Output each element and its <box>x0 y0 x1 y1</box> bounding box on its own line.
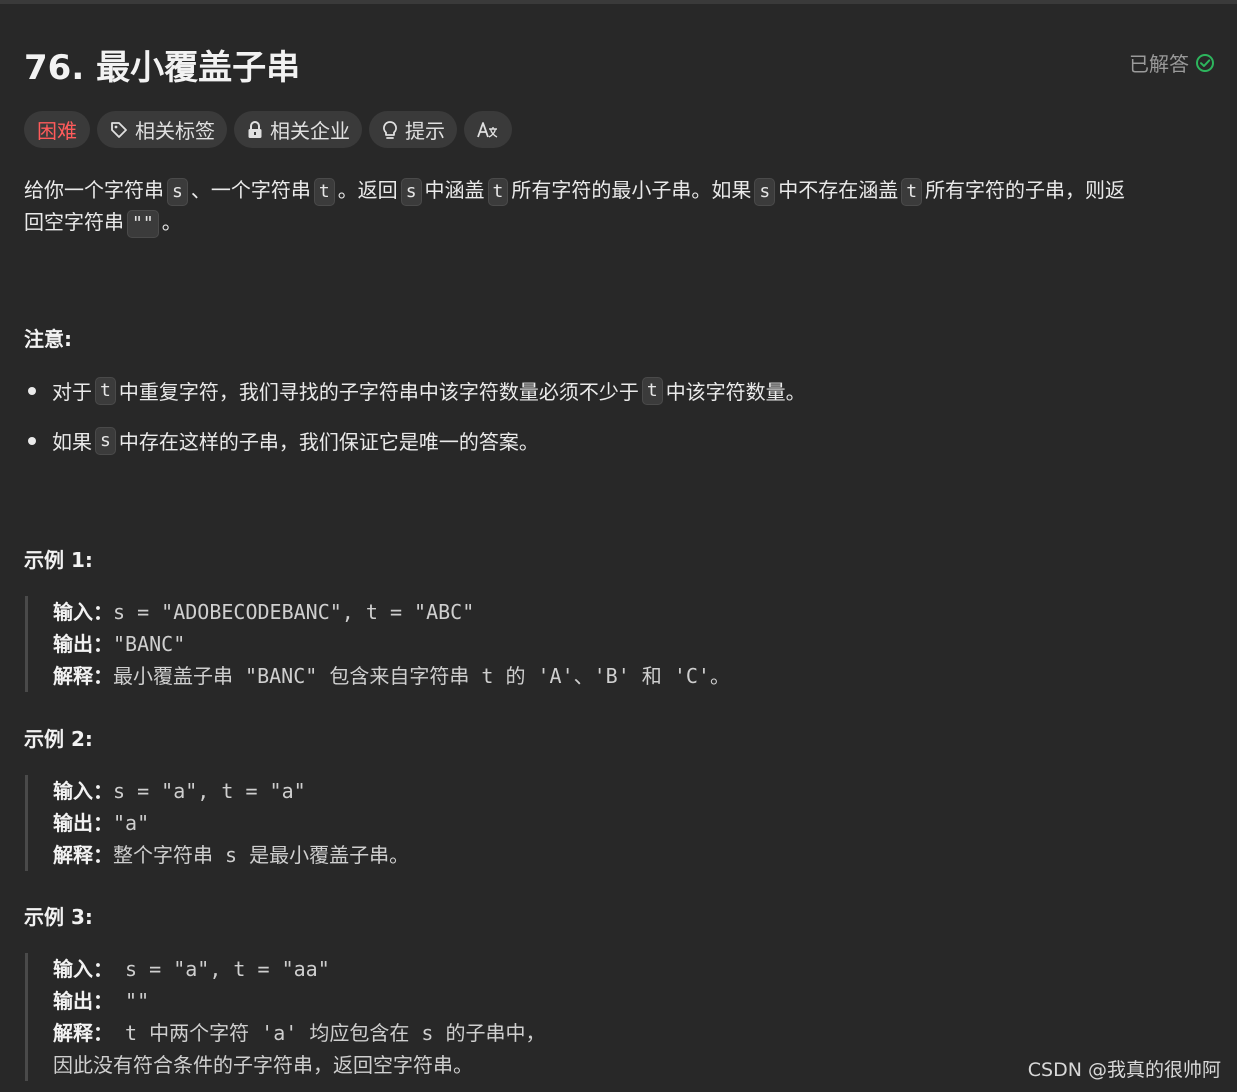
example-output-line: 输出："BANC" <box>53 628 730 660</box>
solved-status: 已解答 <box>1129 48 1215 77</box>
topics-tag-button[interactable]: 相关标签 <box>97 111 227 148</box>
example-output-line: 输出： "" <box>53 985 545 1017</box>
code-empty-string: "" <box>127 210 159 238</box>
desc-text: 中涵盖 <box>424 178 485 202</box>
example-3-block: 输入： s = "a", t = "aa" 输出： "" 解释： t 中两个字符… <box>25 953 545 1081</box>
notes-list: 对于 t 中重复字符，我们寻找的子字符串中该字符数量必须不少于 t 中该字符数量。 如果… <box>24 376 1214 466</box>
input-value: s = "ADOBECODEBANC", t = "ABC" <box>113 600 475 624</box>
code-s: s <box>400 178 422 206</box>
input-value: s = "a", t = "a" <box>113 779 306 803</box>
desc-text: 给你一个字符串 <box>24 178 164 202</box>
translate-icon <box>476 120 500 140</box>
output-label: 输出： <box>53 989 113 1013</box>
description: 给你一个字符串 s 、一个字符串 t 。返回 s 中涵盖 t 所有字符的最小子串。如果 s 中不存在… <box>24 174 1214 238</box>
input-label: 输入： <box>53 957 113 981</box>
topics-tag-label: 相关标签 <box>135 119 215 143</box>
example-input-line: 输入：s = "a", t = "a" <box>53 775 409 807</box>
note-text: 中该字符数量。 <box>665 380 806 404</box>
tag-icon <box>109 120 129 140</box>
example-explain-line: 解释：最小覆盖子串 "BANC" 包含来自字符串 t 的 'A'、'B' 和 '… <box>53 660 730 692</box>
explain-value-continued: 因此没有符合条件的子字符串，返回空字符串。 <box>53 1053 473 1077</box>
explain-value: t 中两个字符 'a' 均应包含在 s 的子串中， <box>113 1021 546 1045</box>
explain-value: 整个字符串 s 是最小覆盖子串。 <box>113 843 410 867</box>
note-text: 对于 <box>52 380 92 404</box>
companies-tag-button[interactable]: 相关企业 <box>234 111 362 148</box>
code-s: s <box>167 178 188 206</box>
code-t: t <box>901 178 923 206</box>
desc-text: 回空字符串 <box>24 210 124 234</box>
input-label: 输入： <box>53 600 113 624</box>
explain-value: 最小覆盖子串 "BANC" 包含来自字符串 t 的 'A'、'B' 和 'C'。 <box>113 664 730 688</box>
desc-text: 。返回 <box>337 178 398 202</box>
explain-label: 解释： <box>53 1021 113 1045</box>
lightbulb-icon <box>381 120 399 140</box>
lock-icon <box>246 120 264 140</box>
code-t: t <box>95 376 116 405</box>
example-input-line: 输入：s = "ADOBECODEBANC", t = "ABC" <box>53 596 730 628</box>
example-explain-line: 解释：整个字符串 s 是最小覆盖子串。 <box>53 839 409 871</box>
code-t: t <box>487 178 509 206</box>
example-1-block: 输入：s = "ADOBECODEBANC", t = "ABC" 输出："BA… <box>25 596 730 692</box>
solved-label: 已解答 <box>1129 52 1189 76</box>
code-t: t <box>641 376 663 405</box>
desc-text: 所有字符的子串，则返 <box>925 178 1126 202</box>
output-label: 输出： <box>53 811 113 835</box>
output-value: "a" <box>113 811 150 835</box>
explain-label: 解释： <box>53 664 113 688</box>
bullet-dot <box>28 436 36 445</box>
example-3-heading: 示例 3: <box>24 905 93 929</box>
output-value: "" <box>113 989 150 1013</box>
output-label: 输出： <box>53 632 113 656</box>
translate-button[interactable] <box>464 111 512 148</box>
explain-label: 解释： <box>53 843 113 867</box>
code-t: t <box>313 178 335 206</box>
code-s: s <box>754 178 776 206</box>
list-item: 如果 s 中存在这样的子串，我们保证它是唯一的答案。 <box>24 426 539 455</box>
top-divider <box>0 0 1237 4</box>
example-input-line: 输入： s = "a", t = "aa" <box>53 953 545 985</box>
bullet-dot <box>28 386 36 395</box>
code-s: s <box>95 426 116 455</box>
example-2-block: 输入：s = "a", t = "a" 输出："a" 解释：整个字符串 s 是最… <box>25 775 409 871</box>
example-2-heading: 示例 2: <box>24 727 93 751</box>
difficulty-badge[interactable]: 困难 <box>24 111 90 148</box>
output-value: "BANC" <box>113 632 186 656</box>
hint-tag-button[interactable]: 提示 <box>369 111 457 148</box>
example-1-heading: 示例 1: <box>24 548 93 572</box>
desc-text: 中不存在涵盖 <box>778 178 899 202</box>
csdn-watermark: CSDN @我真的很帅阿 <box>1027 1059 1221 1081</box>
notes-heading: 注意: <box>24 327 72 351</box>
check-circle-icon <box>1195 53 1215 73</box>
desc-text: 。 <box>161 210 182 234</box>
companies-tag-label: 相关企业 <box>270 119 350 143</box>
note-text: 中重复字符，我们寻找的子字符串中该字符数量必须不少于 <box>118 380 639 404</box>
tag-bar: 困难 相关标签 相关企业 提示 <box>24 111 512 148</box>
example-explain-continuation: 因此没有符合条件的子字符串，返回空字符串。 <box>53 1049 545 1081</box>
desc-text: 、一个字符串 <box>190 178 311 202</box>
problem-title: 76. 最小覆盖子串 <box>24 48 301 88</box>
desc-text: 所有字符的最小子串。如果 <box>511 178 752 202</box>
example-output-line: 输出："a" <box>53 807 409 839</box>
list-item: 对于 t 中重复字符，我们寻找的子字符串中该字符数量必须不少于 t 中该字符数量。 <box>24 376 806 405</box>
example-explain-line: 解释： t 中两个字符 'a' 均应包含在 s 的子串中， <box>53 1017 545 1049</box>
note-text: 中存在这样的子串，我们保证它是唯一的答案。 <box>118 430 539 454</box>
difficulty-label: 困难 <box>37 119 77 143</box>
hint-tag-label: 提示 <box>405 119 445 143</box>
note-text: 如果 <box>52 430 92 454</box>
input-label: 输入： <box>53 779 113 803</box>
input-value: s = "a", t = "aa" <box>113 957 330 981</box>
